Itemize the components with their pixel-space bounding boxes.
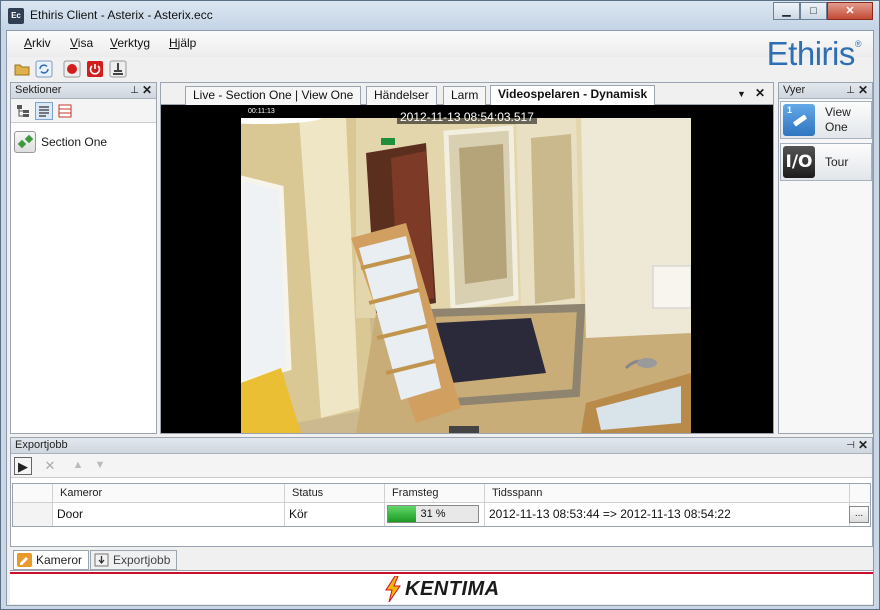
video-overlay-label — [449, 426, 479, 433]
minimize-button[interactable]: ▁ — [773, 2, 800, 20]
kentima-logo: KENTIMA — [384, 575, 500, 603]
export-toolbar: ▶ ✕ ▲ ▼ — [11, 454, 872, 478]
record-icon[interactable] — [63, 60, 81, 78]
sync-icon[interactable] — [35, 60, 53, 78]
progress-bar: 31 % — [387, 505, 479, 523]
export-table: Kameror Status Framsteg Tidsspann Door K… — [12, 483, 871, 527]
close-icon[interactable]: ✕ — [858, 438, 868, 453]
camera-scene — [241, 118, 691, 433]
kentima-text: KENTIMA — [405, 577, 500, 600]
vyer-panel: Vyer ⊥ ✕ View One I/O Tour — [778, 82, 873, 434]
tree-view-icon[interactable] — [14, 102, 32, 120]
cell-status: Kör — [285, 503, 385, 526]
footer-accent-line — [10, 572, 873, 574]
section-label: Section One — [41, 135, 108, 149]
sektioner-title: Sektioner — [15, 84, 62, 96]
list-view-icon[interactable] — [35, 102, 53, 120]
stamp-icon[interactable] — [109, 60, 127, 78]
column-header-tidsspann[interactable]: Tidsspann — [485, 484, 850, 503]
close-icon[interactable]: ✕ — [142, 83, 152, 98]
mini-timestamp: 00:11:13 — [248, 108, 275, 115]
pin-icon[interactable]: ⊥ — [130, 83, 139, 98]
cell-timespan: 2012-11-13 08:53:44 => 2012-11-13 08:54:… — [485, 503, 850, 526]
section-icon — [14, 131, 36, 153]
tab-exportjobb[interactable]: Exportjobb — [90, 550, 178, 570]
app-icon: Ec — [8, 8, 24, 24]
move-up-icon[interactable]: ▲ — [69, 457, 87, 475]
title-bar[interactable]: Ec Ethiris Client - Asterix - Asterix.ec… — [1, 1, 879, 30]
column-header-status[interactable]: Status — [285, 484, 385, 503]
section-item[interactable]: Section One — [14, 131, 107, 153]
exportjobb-panel: Exportjobb ⊣ ✕ ▶ ✕ ▲ ▼ Kameror Status Fr… — [10, 437, 873, 547]
tab-kameror[interactable]: Kameror — [13, 550, 90, 570]
tab-strip: Live - Section One | View One Händelser … — [161, 83, 773, 105]
close-button[interactable]: ✕ — [827, 2, 873, 20]
menu-visa[interactable]: Visa — [70, 36, 93, 50]
table-header-end — [850, 484, 870, 503]
window-title: Ethiris Client - Asterix - Asterix.ecc — [30, 8, 213, 22]
menu-verktyg[interactable]: Verktyg — [110, 36, 150, 50]
tab-live[interactable]: Live - Section One | View One — [185, 86, 362, 105]
folder-icon[interactable] — [13, 60, 31, 78]
tab-kameror-label: Kameror — [36, 553, 83, 567]
table-header-blank — [13, 484, 53, 503]
view-one-label: View One — [825, 105, 851, 134]
vyer-header: Vyer ⊥ ✕ — [779, 83, 872, 99]
bottom-tab-strip: Kameror Exportjobb — [10, 550, 873, 572]
client-area: Arkiv Visa Verktyg Hjälp Ethiris® Sektio… — [6, 30, 874, 606]
close-icon[interactable]: ✕ — [858, 83, 868, 98]
sektioner-header: Sektioner ⊥ ✕ — [11, 83, 156, 99]
row-selector[interactable] — [13, 503, 53, 526]
more-options-button[interactable]: ... — [849, 506, 869, 523]
sektioner-toolbar — [11, 99, 156, 123]
pin-icon[interactable]: ⊥ — [846, 83, 855, 98]
tab-dropdown-icon[interactable]: ▼ — [737, 89, 746, 99]
camera-video-frame[interactable] — [241, 118, 691, 433]
cell-camera: Door — [53, 503, 285, 526]
menu-bar: Arkiv Visa Verktyg Hjälp Ethiris® — [7, 31, 873, 72]
menu-arkiv[interactable]: Arkiv — [24, 36, 51, 50]
lightning-bolt-icon — [384, 575, 402, 603]
sektioner-panel: Sektioner ⊥ ✕ Section One — [10, 82, 157, 434]
tab-handelser[interactable]: Händelser — [366, 86, 437, 105]
power-icon[interactable] — [86, 60, 104, 78]
play-icon[interactable]: ▶ — [14, 457, 32, 475]
tour-icon: I/O — [783, 146, 815, 178]
footer-bar: KENTIMA — [10, 570, 873, 604]
tab-exportjobb-label: Exportjobb — [113, 553, 171, 567]
tab-close-icon[interactable]: ✕ — [755, 86, 765, 100]
tour-label: Tour — [825, 154, 849, 169]
export-icon — [94, 553, 109, 567]
vyer-title: Vyer — [783, 84, 806, 96]
document-tabs: Live - Section One | View One Händelser … — [160, 82, 774, 434]
grid-view-icon[interactable] — [56, 102, 74, 120]
maximize-button[interactable]: □ — [800, 2, 827, 20]
window-controls: ▁ □ ✕ — [773, 2, 873, 20]
registered-mark: ® — [854, 39, 862, 49]
tab-videospelaren[interactable]: Videospelaren - Dynamisk — [490, 85, 656, 105]
camera-icon — [17, 553, 32, 567]
menu-hjalp[interactable]: Hjälp — [169, 36, 196, 50]
view-one-button[interactable]: View One — [780, 101, 872, 139]
main-toolbar — [7, 57, 873, 81]
tab-larm[interactable]: Larm — [443, 86, 487, 105]
pin-icon[interactable]: ⊣ — [846, 438, 855, 453]
column-header-framsteg[interactable]: Framsteg — [385, 484, 485, 503]
view-one-icon — [783, 104, 815, 136]
exportjobb-title: Exportjobb — [15, 439, 68, 451]
cancel-icon[interactable]: ✕ — [41, 457, 59, 475]
tour-button[interactable]: I/O Tour — [780, 143, 872, 181]
app-window: Ec Ethiris Client - Asterix - Asterix.ec… — [0, 0, 880, 610]
exportjobb-header: Exportjobb ⊣ ✕ — [11, 438, 872, 454]
move-down-icon[interactable]: ▼ — [91, 457, 109, 475]
column-header-kameror[interactable]: Kameror — [53, 484, 285, 503]
video-player[interactable]: 00:11:13 2012-11-13 08:54:03.517 — [161, 105, 773, 433]
cell-progress: 31 % — [385, 503, 485, 526]
progress-label: 31 % — [420, 508, 446, 520]
video-timestamp: 2012-11-13 08:54:03.517 — [397, 110, 537, 124]
